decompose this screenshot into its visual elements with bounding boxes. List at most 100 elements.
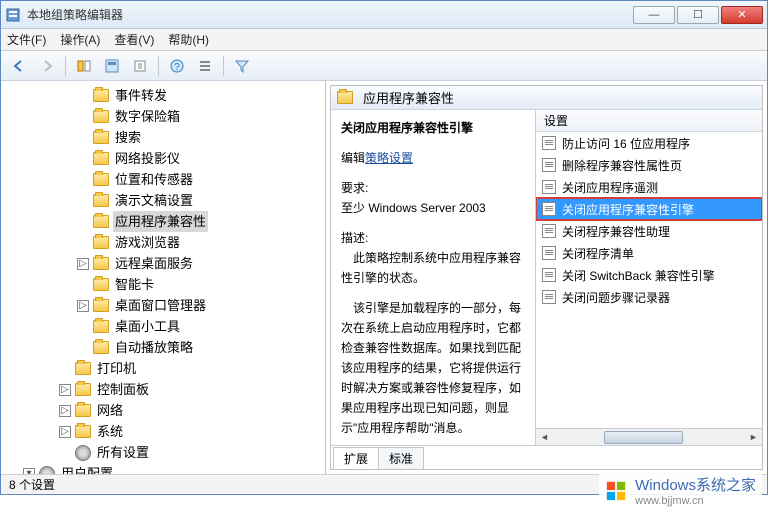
tree-item-label: 所有设置 [95,442,151,463]
horizontal-scrollbar[interactable]: ◄ ► [536,428,762,445]
show-tree-button[interactable] [72,54,96,78]
folder-icon [93,257,109,270]
policy-icon [542,180,556,194]
tree-spacer [77,195,89,207]
scroll-thumb[interactable] [604,431,683,444]
list-item[interactable]: 关闭 SwitchBack 兼容性引擎 [536,264,762,286]
tree-item-user-config[interactable]: ▾用户配置 [23,463,323,474]
list-item-label: 删除程序兼容性属性页 [562,157,682,174]
folder-icon [93,110,109,123]
tree-item-label: 系统 [95,421,125,442]
back-button[interactable] [7,54,31,78]
tree-item-label: 数字保险箱 [113,106,182,127]
tree-item-label: 游戏浏览器 [113,232,182,253]
list-item[interactable]: 关闭程序兼容性助理 [536,220,762,242]
tab-standard[interactable]: 标准 [378,447,424,469]
svg-text:?: ? [174,62,180,73]
watermark-url: www.bjjmw.cn [635,495,756,507]
list-item-label: 关闭程序兼容性助理 [562,223,670,240]
tree-item[interactable]: 事件转发 [77,85,323,106]
expand-toggle[interactable]: ▷ [59,426,71,438]
tree-item[interactable]: 网络投影仪 [77,148,323,169]
tree-item[interactable]: 位置和传感器 [77,169,323,190]
export-button[interactable] [128,54,152,78]
tree-item-label: 事件转发 [113,85,169,106]
expand-toggle[interactable]: ▷ [59,405,71,417]
tree-item-label: 演示文稿设置 [113,190,195,211]
setting-info: 关闭应用程序兼容性引擎 编辑策略设置 要求: 至少 Windows Server… [331,110,536,445]
tree-spacer [77,237,89,249]
tree-item[interactable]: 应用程序兼容性 [77,211,323,232]
help-button[interactable]: ? [165,54,189,78]
scroll-left-arrow[interactable]: ◄ [536,429,553,446]
tree-spacer [77,90,89,102]
watermark: Windows系统之家 www.bjjmw.cn [599,472,762,509]
details-title: 应用程序兼容性 [363,88,454,107]
properties-button[interactable] [100,54,124,78]
tree-item[interactable]: 游戏浏览器 [77,232,323,253]
policy-icon [542,224,556,238]
tree-item[interactable]: ▷网络 [59,400,323,421]
tree-item[interactable]: ▷控制面板 [59,379,323,400]
scroll-right-arrow[interactable]: ► [745,429,762,446]
tree-item-label: 自动播放策略 [113,337,195,358]
list-item[interactable]: 防止访问 16 位应用程序 [536,132,762,154]
tree-item-label: 搜索 [113,127,143,148]
menu-view[interactable]: 查看(V) [114,31,154,48]
toolbar-separator [65,56,66,76]
description-para: 该引擎是加载程序的一部分，每次在系统上启动应用程序时，它都检查兼容性数据库。如果… [341,298,525,438]
forward-button[interactable] [35,54,59,78]
list-button[interactable] [193,54,217,78]
tree-spacer [77,321,89,333]
folder-icon [75,383,91,396]
tree-item[interactable]: ▷ 系统 [59,421,323,442]
maximize-button[interactable]: ☐ [677,6,719,24]
menu-file[interactable]: 文件(F) [7,31,46,48]
tree-item-label: 网络投影仪 [113,148,182,169]
tree-item[interactable]: 自动播放策略 [77,337,323,358]
column-header-setting[interactable]: 设置 [536,110,762,132]
tree-item-label: 远程桌面服务 [113,253,195,274]
list-item[interactable]: 关闭应用程序兼容性引擎 [536,198,762,220]
tree-item[interactable]: 搜索 [77,127,323,148]
toolbar-separator [158,56,159,76]
folder-icon [75,404,91,417]
close-button[interactable]: ✕ [721,6,763,24]
tree-item[interactable]: 打印机 [59,358,323,379]
filter-button[interactable] [230,54,254,78]
tree-item[interactable]: 桌面小工具 [77,316,323,337]
tab-extended[interactable]: 扩展 [333,447,379,469]
menu-action[interactable]: 操作(A) [60,31,100,48]
tree-item[interactable]: 智能卡 [77,274,323,295]
minimize-button[interactable]: — [633,6,675,24]
list-item-label: 关闭应用程序遥测 [562,179,658,196]
tree-item-label: 智能卡 [113,274,156,295]
requirements-label: 要求: [341,178,525,198]
tree-item[interactable]: 演示文稿设置 [77,190,323,211]
list-item[interactable]: 关闭程序清单 [536,242,762,264]
expand-toggle[interactable]: ▷ [77,300,89,312]
menu-help[interactable]: 帮助(H) [168,31,209,48]
tree-item[interactable]: ▷ 远程桌面服务 [77,253,323,274]
tree-item-label: 应用程序兼容性 [113,211,208,232]
tree-item[interactable]: 数字保险箱 [77,106,323,127]
expand-toggle[interactable]: ▷ [77,258,89,270]
list-item[interactable]: 关闭应用程序遥测 [536,176,762,198]
description-label: 描述: [341,228,525,248]
list-item[interactable]: 删除程序兼容性属性页 [536,154,762,176]
description-line1: 此策略控制系统中应用程序兼容性引擎的状态。 [341,248,525,288]
tree-item-label: 桌面小工具 [113,316,182,337]
expand-toggle[interactable]: ▷ [59,384,71,396]
tree-item[interactable]: ▷桌面窗口管理器 [77,295,323,316]
folder-icon [337,91,353,104]
folder-icon [75,425,91,438]
list-item[interactable]: 关闭问题步骤记录器 [536,286,762,308]
toolbar: ? [1,51,767,81]
edit-prefix: 编辑 [341,151,365,165]
user-icon [39,466,55,475]
status-count: 8 个设置 [9,476,55,493]
tree-pane[interactable]: 事件转发数字保险箱搜索网络投影仪位置和传感器演示文稿设置应用程序兼容性游戏浏览器… [1,81,326,474]
tree-item[interactable]: 所有设置 [59,442,323,463]
edit-policy-link[interactable]: 策略设置 [365,151,413,165]
app-window: 本地组策略编辑器 — ☐ ✕ 文件(F) 操作(A) 查看(V) 帮助(H) ?… [0,0,768,495]
